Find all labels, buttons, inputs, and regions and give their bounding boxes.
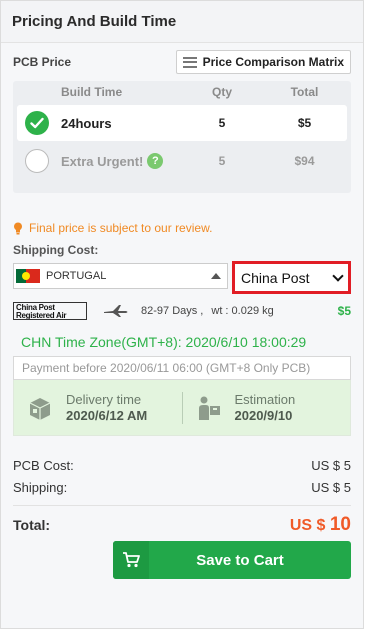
delivery-days: 82-97 Days , [141,305,204,317]
estimation-block: Estimation 2020/9/10 [181,391,351,424]
shipping-selectors: PORTUGAL China Post [13,261,351,294]
build-option-extra-urgent[interactable]: Extra Urgent! ? 5 $94 [17,143,347,179]
radio-circle-icon[interactable] [25,149,49,173]
shipping-cost-value: US $ 5 [311,480,351,495]
help-icon[interactable]: ? [147,153,164,169]
cart-icon [113,541,149,579]
checkmark-icon[interactable] [25,111,49,135]
col-total: Total [290,85,319,99]
estimation-value: 2020/9/10 [234,408,293,423]
list-icon [182,56,197,68]
shipping-cost-row: Shipping: US $ 5 [13,480,351,495]
table-header: Build Time Qty Total [17,81,347,103]
delivery-time-label: Delivery time [66,392,142,407]
carrier-select[interactable]: China Post [232,261,351,294]
carrier-value: China Post [241,269,310,286]
total-value: $5 [297,116,312,130]
total-row: Total: US $ 10 [13,505,351,536]
build-time-table: Build Time Qty Total 24hours 5 $5 Extra … [13,81,351,193]
save-to-cart-button[interactable]: Save to Cart [113,541,351,579]
delivery-time-value: 2020/6/12 AM [66,408,148,423]
pricing-panel: Pricing And Build Time PCB Price Price C… [0,0,364,629]
payment-deadline: Payment before 2020/06/11 06:00 (GMT+8 O… [13,356,351,380]
price-comparison-matrix-button[interactable]: Price Comparison Matrix [175,50,351,74]
matrix-button-label: Price Comparison Matrix [202,55,344,69]
shipping-price: $5 [337,304,351,318]
qty-value: 5 [218,154,226,168]
total-label: Total: [13,517,51,533]
time-zone-text: CHN Time Zone(GMT+8): 2020/6/10 18:00:29 [21,334,307,350]
panel-body: PCB Price Price Comparison Matrix Build … [1,49,363,536]
country-select[interactable]: PORTUGAL [13,263,228,289]
pcb-cost-label: PCB Cost: [13,458,74,473]
shipment-weight: wt : 0.029 kg [211,305,274,317]
chevron-down-icon [332,269,344,282]
pcb-cost-row: PCB Cost: US $ 5 [13,458,351,473]
delivery-time-block: Delivery time 2020/6/12 AM [14,392,182,423]
shipping-cost-label-summary: Shipping: [13,480,68,495]
panel-title: Pricing And Build Time [12,13,177,30]
portugal-flag-icon [16,269,40,283]
country-value: PORTUGAL [46,270,107,282]
pcb-cost-value: US $ 5 [311,458,351,473]
build-time-name: Extra Urgent! [61,153,144,169]
carrier-info: China Post Registered Air 82-97 Days , w… [13,302,351,320]
build-option-24hours[interactable]: 24hours 5 $5 [17,105,347,141]
pcb-price-row: PCB Price Price Comparison Matrix [13,49,351,75]
china-post-logo: China Post Registered Air [13,302,87,320]
delivery-person-icon [198,396,220,420]
col-build-time: Build Time [61,85,123,99]
airplane-icon [104,305,128,317]
lightbulb-icon [14,222,22,234]
delivery-box: Delivery time 2020/6/12 AM Estimation 20… [13,380,351,436]
qty-value: 5 [218,116,226,130]
total-amount: US $ 10 [289,514,351,535]
shipping-cost-label: Shipping Cost: [13,243,99,257]
pcb-price-label: PCB Price [13,55,72,69]
caret-up-icon [211,273,221,279]
total-value: $94 [294,154,315,168]
build-time-name: 24hours [61,115,112,131]
price-review-notice: Final price is subject to our review. [13,221,351,235]
save-to-cart-label: Save to Cart [196,551,284,569]
panel-header: Pricing And Build Time [1,1,363,43]
package-icon [29,397,51,420]
col-qty: Qty [211,85,232,99]
notice-text: Final price is subject to our review. [29,221,213,235]
estimation-label: Estimation [234,392,296,407]
